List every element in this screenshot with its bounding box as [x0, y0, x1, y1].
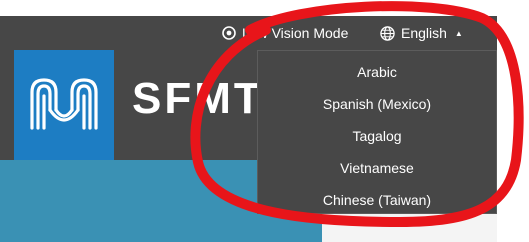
low-vision-mode-label: Low Vision Mode	[242, 25, 349, 41]
caret-up-icon: ▲	[454, 28, 463, 38]
brand-wordmark: SFMTA	[132, 74, 262, 123]
language-selector-label: English	[401, 25, 447, 41]
language-option-arabic[interactable]: Arabic	[258, 56, 496, 88]
globe-icon	[380, 25, 395, 41]
sfmta-logo-mark	[30, 78, 98, 130]
language-dropdown-menu: Arabic Spanish (Mexico) Tagalog Vietname…	[257, 50, 497, 214]
language-option-tagalog[interactable]: Tagalog	[258, 120, 496, 152]
language-option-chinese-taiwan[interactable]: Chinese (Taiwan)	[258, 184, 496, 216]
language-option-spanish-mexico[interactable]: Spanish (Mexico)	[258, 88, 496, 120]
low-vision-mode-toggle[interactable]: Low Vision Mode	[222, 16, 348, 50]
language-option-vietnamese[interactable]: Vietnamese	[258, 152, 496, 184]
sfmta-logo[interactable]	[14, 50, 114, 160]
language-selector-button[interactable]: English ▲	[380, 16, 463, 50]
eye-icon	[222, 26, 236, 40]
